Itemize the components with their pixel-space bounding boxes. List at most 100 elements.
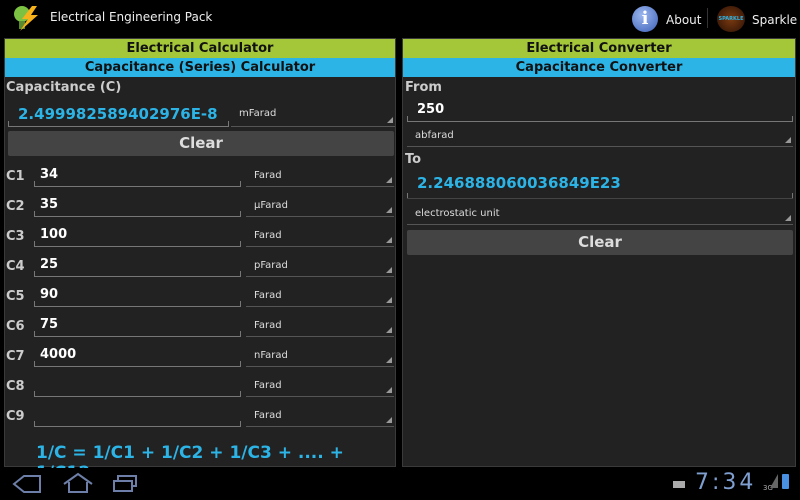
back-icon[interactable] xyxy=(12,474,42,494)
capacitor-input[interactable]: 100 xyxy=(34,225,241,247)
capacitor-value: 4000 xyxy=(40,347,77,362)
to-unit: electrostatic unit xyxy=(415,208,500,219)
signal-icon xyxy=(770,474,778,488)
capacitor-row: C9 Farad xyxy=(5,403,395,429)
app-title: Electrical Engineering Pack xyxy=(50,10,213,24)
calculator-header: Electrical Calculator xyxy=(5,39,395,58)
keyboard-icon xyxy=(673,481,685,488)
dropdown-arrow-icon xyxy=(386,417,392,423)
capacitor-unit-select[interactable]: Farad xyxy=(246,285,394,307)
capacitor-input[interactable]: 4000 xyxy=(34,345,241,367)
capacitor-row: C7 4000 nFarad xyxy=(5,343,395,369)
from-unit: abfarad xyxy=(415,130,454,141)
capacitor-input[interactable]: 75 xyxy=(34,315,241,337)
capacitor-value: 25 xyxy=(40,257,59,272)
capacitor-value: 34 xyxy=(40,167,59,182)
dropdown-arrow-icon xyxy=(386,267,392,273)
capacitor-row: C5 90 Farad xyxy=(5,283,395,309)
row-label: C1 xyxy=(6,169,25,184)
home-icon[interactable] xyxy=(60,472,96,494)
result-field[interactable]: 2.49998258940297​6E-8 xyxy=(8,103,229,127)
clear-button[interactable]: Clear xyxy=(8,131,394,156)
to-unit-select[interactable]: electrostatic unit xyxy=(407,203,793,225)
capacitor-row: C4 25 pFarad xyxy=(5,253,395,279)
capacitor-unit: Farad xyxy=(254,290,282,301)
action-bar: Electrical Engineering Pack i About SPAR… xyxy=(0,0,800,36)
sparkle-logo-icon: SPARKLE xyxy=(717,6,745,32)
capacitor-unit: Farad xyxy=(254,230,282,241)
capacitor-input[interactable]: 34 xyxy=(34,165,241,187)
dropdown-arrow-icon xyxy=(785,137,791,143)
from-input[interactable]: 250 xyxy=(407,100,793,122)
dropdown-arrow-icon xyxy=(386,177,392,183)
row-label: C4 xyxy=(6,259,25,274)
capacitor-unit: pFarad xyxy=(254,260,288,271)
sparkle-label: Sparkle xyxy=(752,13,798,27)
capacitor-unit: µFarad xyxy=(254,200,288,211)
row-label: C3 xyxy=(6,229,25,244)
to-value: 2.246888060036849E23 xyxy=(417,174,621,192)
capacitor-unit-select[interactable]: Farad xyxy=(246,315,394,337)
capacitor-unit: Farad xyxy=(254,170,282,181)
result-label: Capacitance (C) xyxy=(6,80,122,95)
capacitor-unit-select[interactable]: Farad xyxy=(246,375,394,397)
dropdown-arrow-icon xyxy=(785,215,791,221)
to-label: To xyxy=(405,152,422,167)
capacitor-unit-select[interactable]: Farad xyxy=(246,225,394,247)
capacitor-unit: nFarad xyxy=(254,350,288,361)
sparkle-button[interactable]: SPARKLE Sparkle xyxy=(715,4,800,32)
from-value: 250 xyxy=(417,102,445,117)
info-icon: i xyxy=(632,6,658,32)
capacitor-unit: Farad xyxy=(254,380,282,391)
result-unit-select[interactable]: mFarad xyxy=(231,103,395,127)
battery-icon xyxy=(782,474,789,489)
row-label: C6 xyxy=(6,319,25,334)
recent-apps-icon[interactable] xyxy=(112,474,138,494)
converter-panel: Electrical Converter Capacitance Convert… xyxy=(402,38,796,467)
divider xyxy=(707,8,708,28)
row-label: C9 xyxy=(6,409,25,424)
capacitor-value: 100 xyxy=(40,227,68,242)
capacitor-input[interactable]: 90 xyxy=(34,285,241,307)
calculator-subheader: Capacitance (Series) Calculator xyxy=(5,58,395,77)
capacitor-value: 75 xyxy=(40,317,59,332)
dropdown-arrow-icon xyxy=(386,357,392,363)
converter-clear-button[interactable]: Clear xyxy=(407,230,793,255)
from-unit-select[interactable]: abfarad xyxy=(407,125,793,147)
row-label: C8 xyxy=(6,379,25,394)
dropdown-arrow-icon xyxy=(387,117,393,123)
dropdown-arrow-icon xyxy=(386,387,392,393)
to-field[interactable]: 2.246888060036849E23 xyxy=(407,173,793,199)
capacitor-row: C8 Farad xyxy=(5,373,395,399)
about-button[interactable]: i About xyxy=(632,4,702,32)
clock: 7:34 xyxy=(695,470,757,495)
capacitor-row: C6 75 Farad xyxy=(5,313,395,339)
capacitor-unit-select[interactable]: Farad xyxy=(246,165,394,187)
capacitor-unit-select[interactable]: pFarad xyxy=(246,255,394,277)
capacitor-value: 90 xyxy=(40,287,59,302)
capacitor-input[interactable]: 25 xyxy=(34,255,241,277)
capacitor-unit-select[interactable]: nFarad xyxy=(246,345,394,367)
dropdown-arrow-icon xyxy=(386,207,392,213)
calculator-panel: Electrical Calculator Capacitance (Serie… xyxy=(4,38,396,483)
about-label: About xyxy=(666,13,702,27)
capacitor-row: C2 35 µFarad xyxy=(5,193,395,219)
row-label: C5 xyxy=(6,289,25,304)
result-value: 2.49998258940297​6E-8 xyxy=(18,105,218,123)
capacitor-unit: Farad xyxy=(254,410,282,421)
capacitor-input[interactable]: 35 xyxy=(34,195,241,217)
capacitor-unit-select[interactable]: µFarad xyxy=(246,195,394,217)
system-bar: 7:34 3G xyxy=(0,468,800,500)
capacitor-value: 35 xyxy=(40,197,59,212)
capacitor-input[interactable] xyxy=(34,375,241,397)
capacitor-row: C1 34 Farad xyxy=(5,163,395,189)
from-label: From xyxy=(405,80,442,95)
row-label: C7 xyxy=(6,349,25,364)
capacitor-unit-select[interactable]: Farad xyxy=(246,405,394,427)
app-logo-icon xyxy=(10,4,40,32)
row-label: C2 xyxy=(6,199,25,214)
capacitor-row: C3 100 Farad xyxy=(5,223,395,249)
capacitor-input[interactable] xyxy=(34,405,241,427)
dropdown-arrow-icon xyxy=(386,297,392,303)
result-unit: mFarad xyxy=(239,108,277,119)
